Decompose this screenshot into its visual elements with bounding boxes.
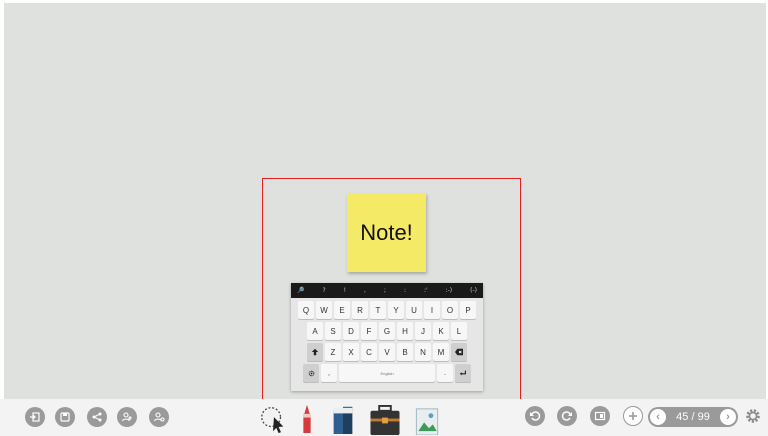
screen-icon <box>594 411 606 421</box>
key[interactable]: X <box>343 343 359 361</box>
exit-button[interactable] <box>25 407 45 427</box>
lasso-select-icon[interactable] <box>258 404 288 434</box>
share-button[interactable] <box>87 407 107 427</box>
keyboard-symbol[interactable]: :-) <box>446 287 453 294</box>
enter-key[interactable] <box>455 364 471 382</box>
keyboard-symbol[interactable]: 🔎 <box>297 287 304 294</box>
keyboard-row-3: Z X C V B N M <box>294 343 480 361</box>
key[interactable]: S <box>325 322 341 340</box>
user-settings-icon <box>153 412 165 422</box>
previous-page-button[interactable]: ‹ <box>650 409 666 425</box>
undo-icon <box>530 411 541 421</box>
redo-button[interactable] <box>557 406 577 426</box>
keyboard-symbol[interactable]: , <box>364 287 366 294</box>
undo-button[interactable] <box>525 406 545 426</box>
add-page-button[interactable] <box>623 406 643 426</box>
backspace-icon <box>455 348 463 356</box>
key[interactable]: A <box>307 322 323 340</box>
keyboard-symbol[interactable]: ; <box>384 287 386 294</box>
share-icon <box>92 412 102 422</box>
key[interactable]: P <box>460 301 476 319</box>
eraser-tool-icon[interactable] <box>330 404 356 434</box>
period-key[interactable]: . <box>437 364 453 382</box>
screen-preview-button[interactable] <box>590 406 610 426</box>
key[interactable]: C <box>361 343 377 361</box>
key[interactable]: W <box>316 301 332 319</box>
key[interactable]: Q <box>298 301 314 319</box>
backspace-key[interactable] <box>451 343 467 361</box>
keyboard-row-1: Q W E R T Y U I O P <box>294 301 480 319</box>
key[interactable]: E <box>334 301 350 319</box>
plus-icon <box>629 412 637 420</box>
shift-key[interactable] <box>307 343 323 361</box>
key[interactable]: Y <box>388 301 404 319</box>
key[interactable]: U <box>406 301 422 319</box>
keyboard-symbol[interactable]: ! <box>344 287 346 294</box>
key[interactable]: F <box>361 322 377 340</box>
page-indicator: 45 / 99 <box>676 411 710 423</box>
space-key[interactable]: English <box>339 364 435 382</box>
page-navigator: ‹ 45 / 99 › <box>648 407 738 427</box>
chevron-right-icon: › <box>726 410 730 423</box>
toolbox-icon[interactable] <box>368 405 402 435</box>
next-page-button[interactable]: › <box>719 409 736 425</box>
pen-tool-icon[interactable] <box>298 403 316 433</box>
sticky-note[interactable]: Note! <box>347 193 426 272</box>
key[interactable]: K <box>433 322 449 340</box>
key[interactable]: V <box>379 343 395 361</box>
enter-icon <box>459 370 466 376</box>
image-gallery-icon[interactable] <box>414 405 442 435</box>
shift-icon <box>311 348 319 356</box>
redo-icon <box>561 411 572 421</box>
sticky-note-text: Note! <box>360 219 413 245</box>
key[interactable]: R <box>352 301 368 319</box>
key[interactable]: M <box>433 343 449 361</box>
key[interactable]: O <box>442 301 458 319</box>
key[interactable]: T <box>370 301 386 319</box>
key[interactable]: L <box>451 322 467 340</box>
add-user-button[interactable] <box>117 407 137 427</box>
keyboard-row-4: , English . <box>294 364 480 382</box>
on-screen-keyboard[interactable]: 🔎 ? ! , ; : :' :-) (-) Q W E R T Y U I O… <box>291 283 483 391</box>
user-settings-button[interactable] <box>149 407 169 427</box>
save-icon <box>60 412 70 422</box>
chevron-left-icon: ‹ <box>656 410 660 423</box>
keyboard-symbol[interactable]: ? <box>322 287 325 294</box>
key[interactable]: G <box>379 322 395 340</box>
key[interactable]: J <box>415 322 431 340</box>
gear-icon <box>308 370 314 376</box>
settings-gear-icon[interactable] <box>744 407 762 425</box>
keyboard-symbol[interactable]: :' <box>424 287 428 294</box>
keyboard-suggestion-bar: 🔎 ? ! , ; : :' :-) (-) <box>291 283 483 298</box>
exit-icon <box>30 412 40 422</box>
comma-key[interactable]: , <box>321 364 337 382</box>
key[interactable]: H <box>397 322 413 340</box>
key[interactable]: B <box>397 343 413 361</box>
key[interactable]: N <box>415 343 431 361</box>
key[interactable]: Z <box>325 343 341 361</box>
key[interactable]: I <box>424 301 440 319</box>
add-user-icon <box>121 412 132 422</box>
keyboard-settings-key[interactable] <box>303 364 319 382</box>
save-button[interactable] <box>55 407 75 427</box>
keyboard-row-2: A S D F G H J K L <box>294 322 480 340</box>
key[interactable]: D <box>343 322 359 340</box>
keyboard-symbol[interactable]: (-) <box>470 287 477 294</box>
keyboard-symbol[interactable]: : <box>404 287 406 294</box>
